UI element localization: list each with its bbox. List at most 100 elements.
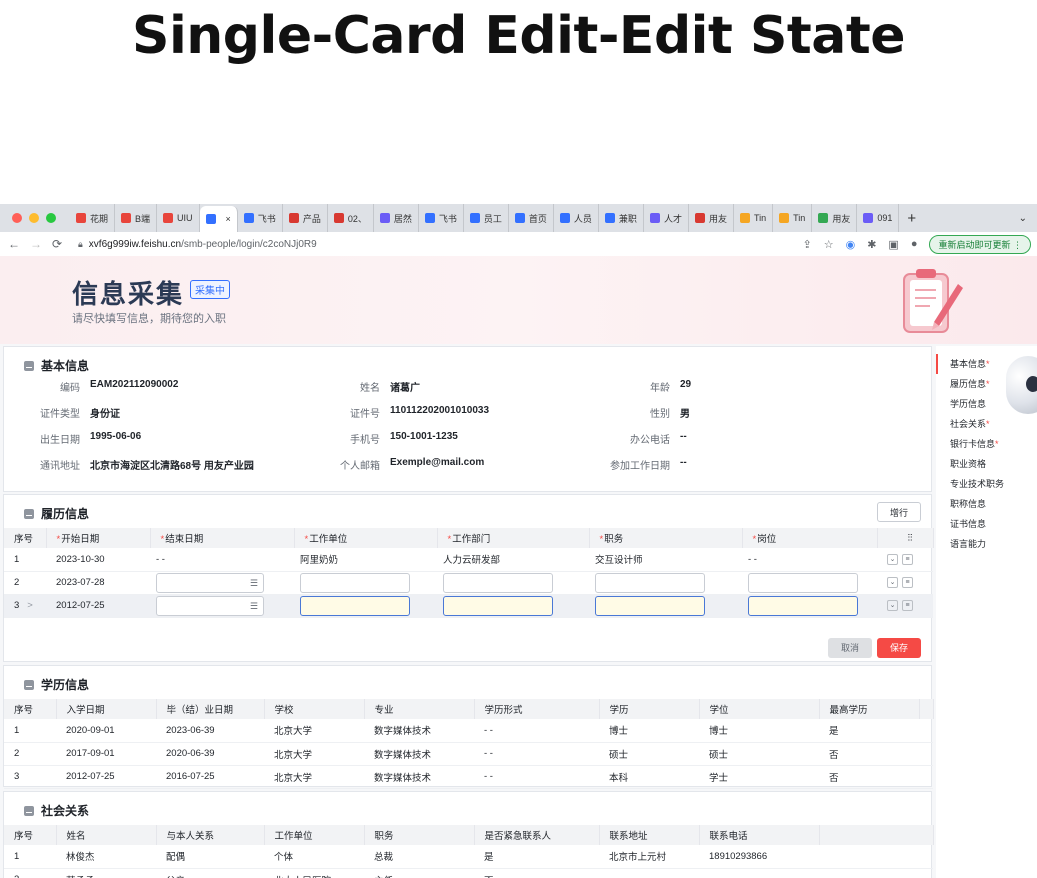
title-input[interactable] xyxy=(595,595,705,616)
collapse-icon[interactable] xyxy=(24,679,34,690)
tab-close-icon[interactable]: × xyxy=(226,214,231,224)
end-input[interactable]: ☰ xyxy=(156,572,264,593)
sidebar-icon[interactable]: ▣ xyxy=(888,238,898,251)
field-label: 手机号 xyxy=(350,435,380,446)
browser-tab[interactable]: Tin xyxy=(773,204,813,232)
title-input[interactable] xyxy=(595,572,705,593)
date-picker-icon[interactable]: ☰ xyxy=(250,578,258,589)
collapse-icon[interactable] xyxy=(24,805,34,816)
table-row[interactable]: 1 林俊杰 配偶 个体 总裁是北京市上元村 18910293866 xyxy=(4,845,933,869)
browser-tab[interactable]: 花期 xyxy=(70,204,116,232)
dept-input[interactable] xyxy=(443,572,553,593)
bookmark-star-icon[interactable]: ☆ xyxy=(824,238,834,251)
close-window-icon[interactable] xyxy=(12,213,22,223)
tab-menu-icon[interactable]: ⌄ xyxy=(1019,213,1027,224)
resume-header[interactable]: 履历信息 xyxy=(24,505,89,522)
required-marker: * xyxy=(599,534,604,545)
cancel-button[interactable]: 取消 xyxy=(828,638,872,658)
info-field: 通讯地址 北京市海淀区北清路68号 用友产业园 xyxy=(4,457,254,472)
browser-tab[interactable]: 用友 xyxy=(689,204,734,232)
table-row[interactable]: 1 2023-10-30- - 阿里奶奶 人力云研发部 交互设计师 - - ⌄ ≡ xyxy=(4,548,933,572)
side-nav-item[interactable]: 专业技术职务 xyxy=(936,474,1037,494)
title-cell xyxy=(589,571,742,595)
browser-tab[interactable]: 飞书 xyxy=(238,204,283,232)
reload-icon[interactable]: ⟳ xyxy=(52,237,66,251)
row-menu-icon[interactable]: ≡ xyxy=(902,600,913,611)
browser-tab[interactable]: 人员 xyxy=(554,204,599,232)
side-nav-item[interactable]: 语言能力 xyxy=(936,534,1037,554)
browser-tab[interactable]: B端 xyxy=(115,204,158,232)
chrome-extension-icon[interactable]: ◉ xyxy=(846,238,856,251)
assistant-avatar-icon[interactable] xyxy=(1006,356,1037,414)
company-input[interactable] xyxy=(300,572,410,593)
end-input[interactable]: ☰ xyxy=(156,595,264,616)
table-row[interactable]: 2 2017-09-01 2020-06-39 北京大学 数字媒体技术 - - 硕士 硕士否 xyxy=(4,742,933,766)
side-nav-item[interactable]: 银行卡信息* xyxy=(936,434,1037,454)
browser-tab[interactable]: 用友 xyxy=(812,204,858,232)
browser-tab[interactable]: 飞书 xyxy=(419,204,464,232)
row-menu-icon[interactable]: ≡ xyxy=(902,577,913,588)
table-cell xyxy=(699,868,819,878)
required-marker: * xyxy=(304,534,309,545)
row-expand-icon[interactable]: ⌄ xyxy=(887,600,898,611)
status-badge: 采集中 xyxy=(190,280,230,299)
browser-tab[interactable]: 091 xyxy=(857,204,900,232)
browser-tab[interactable]: Tin xyxy=(734,204,774,232)
collapse-icon[interactable] xyxy=(24,508,34,519)
update-button[interactable]: 重新启动即可更新 ⋮ xyxy=(929,234,1031,254)
browser-tab[interactable]: 人才 xyxy=(644,204,689,232)
expand-row-icon[interactable]: > xyxy=(27,600,33,611)
browser-tab[interactable]: 兼职 xyxy=(599,204,644,232)
table-row[interactable]: 2 2023-07-28 ☰ ⌄ ≡ xyxy=(4,571,933,595)
share-icon[interactable]: ⇪ xyxy=(802,238,811,251)
side-nav-item[interactable]: 社会关系* xyxy=(936,414,1037,434)
browser-tab[interactable]: 02、 xyxy=(328,204,374,232)
url-field[interactable]: 🔒︎ xvf6g999iw.feishu.cn/smb-people/login… xyxy=(78,239,317,250)
column-settings-icon[interactable]: ⫶⫶ xyxy=(877,528,934,548)
add-row-button[interactable]: 增行 xyxy=(877,502,921,522)
field-label: 办公电话 xyxy=(630,435,670,446)
section-title: 社会关系 xyxy=(41,804,90,818)
back-icon[interactable]: ← xyxy=(8,237,22,251)
date-picker-icon[interactable]: ☰ xyxy=(250,601,258,612)
row-expand-icon[interactable]: ⌄ xyxy=(887,577,898,588)
social-header[interactable]: 社会关系 xyxy=(24,802,89,819)
info-field: 办公电话 -- xyxy=(594,431,687,446)
column-header: 序号 xyxy=(4,699,57,719)
table-row[interactable]: 2范承承父亲北大人民医院主任否 xyxy=(4,868,933,878)
browser-tab[interactable]: UIU xyxy=(157,204,200,232)
dept-input[interactable] xyxy=(443,595,553,616)
table-cell xyxy=(599,868,699,878)
table-row[interactable]: 3 2012-07-25 2016-07-25 北京大学 数字媒体技术 - - 本科 学士否 xyxy=(4,765,933,789)
browser-tab[interactable]: 员工 xyxy=(464,204,509,232)
save-button[interactable]: 保存 xyxy=(877,638,921,658)
profile-icon[interactable]: ● xyxy=(911,238,918,250)
company-input[interactable] xyxy=(300,595,410,616)
table-cell: 范承承 xyxy=(56,868,156,878)
browser-tab[interactable]: 居然 xyxy=(374,204,419,232)
browser-tab[interactable]: 产品 xyxy=(283,204,328,232)
minimize-window-icon[interactable] xyxy=(29,213,39,223)
row-number-cell: 3 > xyxy=(4,594,46,618)
maximize-window-icon[interactable] xyxy=(46,213,56,223)
basic-info-header[interactable]: 基本信息 xyxy=(24,357,89,374)
required-marker: * xyxy=(995,439,999,449)
post-input[interactable] xyxy=(748,595,858,616)
side-nav-item[interactable]: 证书信息 xyxy=(936,514,1037,534)
collapse-icon[interactable] xyxy=(24,360,34,371)
row-expand-icon[interactable]: ⌄ xyxy=(887,553,898,565)
side-nav-item[interactable]: 职业资格 xyxy=(936,454,1037,474)
side-nav-item[interactable]: 职称信息 xyxy=(936,494,1037,514)
tab-label: 02、 xyxy=(347,213,367,224)
row-menu-icon[interactable]: ≡ xyxy=(902,553,913,565)
post-input[interactable] xyxy=(748,572,858,593)
table-row[interactable]: 1 2020-09-01 2023-06-39 北京大学 数字媒体技术 - - 博士 博士是 xyxy=(4,719,933,743)
new-tab-button[interactable]: + xyxy=(907,210,916,227)
page-subtitle: 请尽快填写信息，期待您的入职 xyxy=(72,313,226,325)
education-header[interactable]: 学历信息 xyxy=(24,676,89,693)
extensions-puzzle-icon[interactable]: ✱ xyxy=(867,238,876,251)
forward-icon[interactable]: → xyxy=(30,237,44,251)
browser-tab[interactable]: 首页 xyxy=(509,204,554,232)
browser-tab[interactable]: × xyxy=(199,206,238,232)
table-row[interactable]: 3 >2012-07-25 ☰ ⌄ ≡ xyxy=(4,594,933,618)
